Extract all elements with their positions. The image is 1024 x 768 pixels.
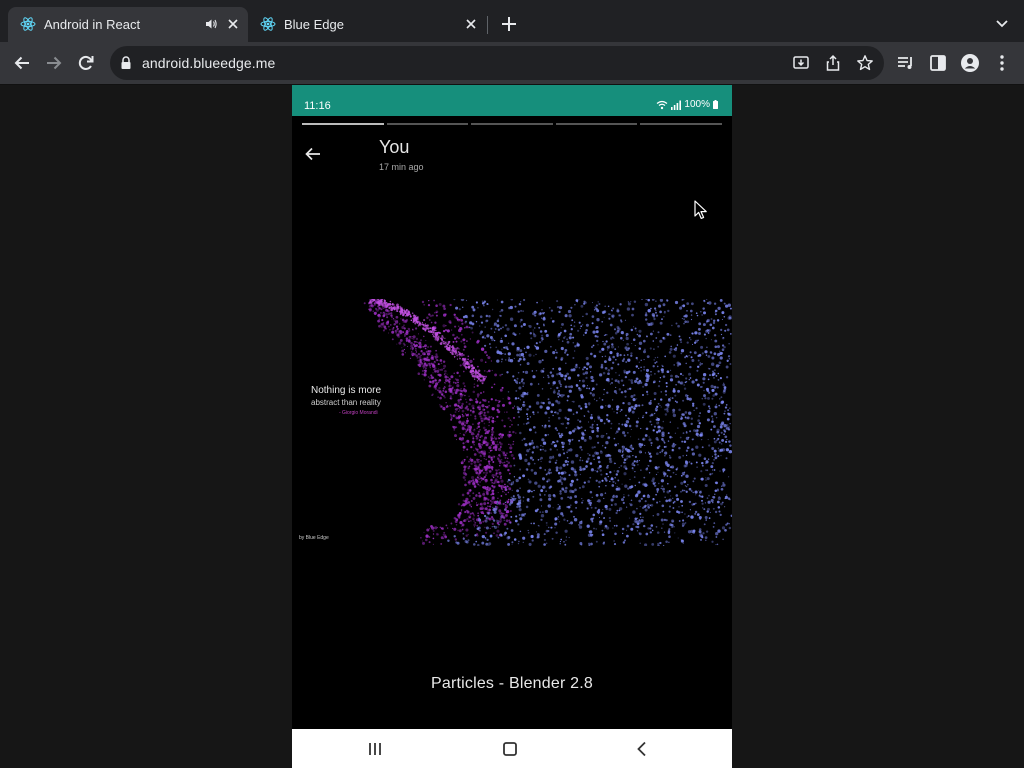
- battery-icon: [713, 100, 718, 109]
- react-icon: [20, 17, 36, 31]
- progress-segment: [555, 123, 638, 125]
- progress-segment: [386, 123, 469, 125]
- back-arrow-icon[interactable]: [304, 145, 322, 163]
- status-time: 11:16: [304, 100, 331, 112]
- install-icon[interactable]: [792, 54, 810, 72]
- tab-divider: [487, 16, 488, 34]
- url-text[interactable]: android.blueedge.me: [142, 55, 275, 71]
- signal-icon: [671, 100, 682, 110]
- reload-icon[interactable]: [76, 53, 96, 73]
- story-user: You: [379, 137, 410, 157]
- tab-title: Blue Edge: [284, 17, 344, 32]
- profile-icon[interactable]: [960, 53, 980, 73]
- forward-arrow-icon[interactable]: [44, 53, 64, 73]
- story-image: Nothing is more abstract than reality - …: [292, 299, 732, 546]
- chevron-down-icon[interactable]: [992, 16, 1012, 32]
- lock-icon[interactable]: [120, 56, 132, 70]
- close-icon[interactable]: [226, 17, 240, 31]
- nav-back-icon[interactable]: [633, 740, 651, 758]
- back-arrow-icon[interactable]: [12, 53, 32, 73]
- quote-line: abstract than reality: [311, 398, 381, 407]
- media-icon[interactable]: [896, 53, 916, 73]
- tab-strip: Android in React Blue Edge: [0, 0, 1024, 42]
- recents-icon[interactable]: [366, 740, 384, 758]
- phone-screen: 11:16 100% You 17 min ago Nothing is mor…: [292, 85, 732, 768]
- share-icon[interactable]: [824, 54, 842, 72]
- react-icon: [260, 17, 276, 31]
- progress-segment: [640, 123, 722, 125]
- quote-block: Nothing is more abstract than reality - …: [311, 385, 381, 416]
- star-icon[interactable]: [856, 54, 874, 72]
- tab-blue-edge[interactable]: Blue Edge: [248, 7, 488, 42]
- address-bar[interactable]: android.blueedge.me: [110, 46, 884, 80]
- android-nav-bar: [292, 729, 732, 768]
- plus-icon[interactable]: [498, 13, 520, 35]
- status-bar: 11:16 100%: [292, 85, 732, 116]
- speaker-icon[interactable]: [204, 17, 218, 31]
- tab-android-in-react[interactable]: Android in React: [8, 7, 248, 42]
- more-icon[interactable]: [992, 53, 1012, 73]
- progress-segment: [302, 123, 384, 125]
- image-credit: by Blue Edge: [299, 535, 329, 541]
- story-progress: [302, 123, 722, 126]
- progress-segment: [471, 123, 553, 125]
- battery-percent: 100%: [684, 99, 710, 110]
- quote-line: Nothing is more: [311, 385, 382, 396]
- story-time-ago: 17 min ago: [379, 162, 424, 172]
- quote-author: - Giorgio Morandi: [339, 410, 378, 416]
- tab-title: Android in React: [44, 17, 141, 32]
- side-panel-icon[interactable]: [928, 53, 948, 73]
- home-icon[interactable]: [501, 740, 519, 758]
- cursor-icon: [694, 200, 707, 219]
- particles-artwork: [363, 299, 732, 546]
- browser-toolbar: android.blueedge.me: [0, 42, 1024, 84]
- close-icon[interactable]: [464, 17, 478, 31]
- wifi-icon: [657, 100, 668, 109]
- story-caption: Particles - Blender 2.8: [430, 675, 593, 692]
